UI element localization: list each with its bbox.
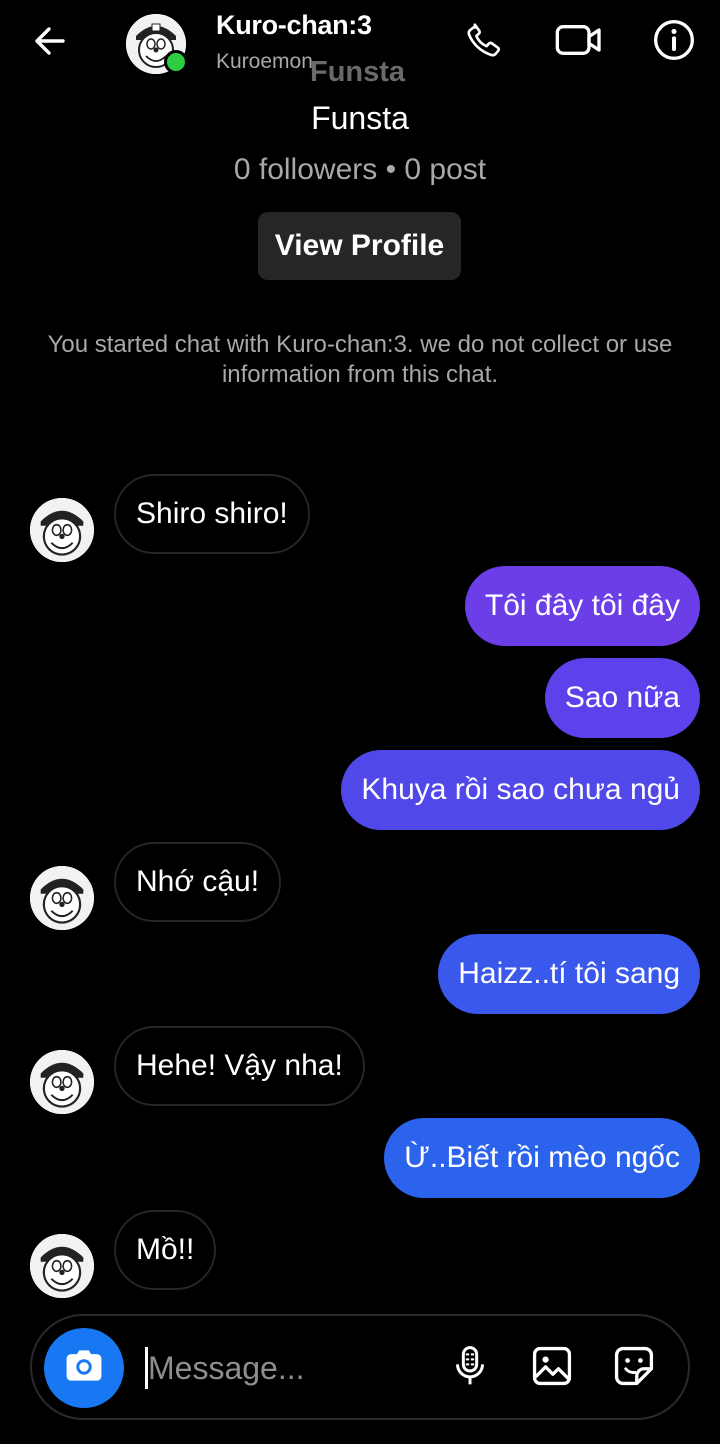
sender-avatar[interactable] [30,866,94,930]
phone-icon [464,20,504,65]
online-status-dot [164,50,188,74]
sender-avatar[interactable] [30,1050,94,1114]
arrow-left-icon [32,23,68,64]
message-bubble-incoming[interactable]: Shiro shiro! [114,474,310,554]
message-bubble-outgoing[interactable]: Sao nữa [544,658,700,738]
message-bubble-incoming[interactable]: Nhớ cậu! [114,842,282,922]
ghost-page-title: Funsta [310,56,406,88]
doraemon-avatar-image [30,1234,94,1298]
message-bubble-outgoing[interactable]: Haizz..tí tôi sang [438,934,700,1014]
voice-call-button[interactable] [460,18,508,66]
info-icon [652,18,696,67]
message-bubble-outgoing[interactable]: Tôi đây tôi đây [464,566,700,646]
sticker-icon [612,1344,656,1393]
privacy-notice: You started chat with Kuro-chan:3. we do… [47,331,673,388]
sender-avatar[interactable] [30,1234,94,1298]
conversation-info-button[interactable] [650,18,698,66]
video-camera-icon [554,20,604,65]
profile-name: Funsta [311,100,409,136]
image-icon [530,1344,574,1393]
voice-message-button[interactable] [444,1342,496,1394]
sticker-button[interactable] [608,1342,660,1394]
message-bubble-outgoing[interactable]: Khuya rồi sao chưa ngủ [341,750,700,830]
message-bubble-incoming[interactable]: Hehe! Vậy nha! [114,1026,365,1106]
sender-avatar[interactable] [30,498,94,562]
gallery-button[interactable] [526,1342,578,1394]
message-input[interactable] [148,1340,438,1396]
profile-stats: 0 followers • 0 post [233,153,487,186]
message-bubble-outgoing[interactable]: Ừ..Biết rồi mèo ngốc [384,1118,700,1198]
back-button[interactable] [26,20,74,66]
contact-name[interactable]: Kuro-chan:3 [216,10,372,41]
contact-username: Kuroemon [216,50,313,73]
message-bubble-incoming[interactable]: Mồ!! [114,1210,217,1290]
microphone-icon [450,1344,490,1393]
camera-button[interactable] [44,1328,124,1408]
doraemon-avatar-image [30,1050,94,1114]
view-profile-button[interactable]: View Profile [258,212,461,280]
doraemon-avatar-image [30,866,94,930]
camera-icon [62,1344,106,1393]
video-call-button[interactable] [555,18,603,66]
contact-avatar[interactable] [126,14,188,74]
doraemon-avatar-image [30,498,94,562]
